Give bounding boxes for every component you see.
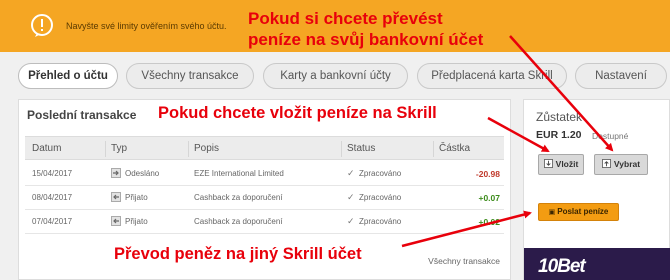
annotation-deposit: Pokud chcete vložit peníze na Skrill [158,104,437,122]
column-date: Datum [32,143,62,154]
row-status: Zpracováno [359,193,402,202]
tab-settings[interactable]: Nastavení [575,63,667,89]
tab-prepaid-card[interactable]: Předplacená karta Skrill [417,63,567,89]
row-description: Cashback za doporučení [194,193,283,202]
annotation-withdraw-line1: Pokud si chcete převést [248,9,443,28]
column-amount: Částka [439,143,471,154]
withdraw-icon [601,159,611,168]
row-date: 08/04/2017 [32,193,73,202]
check-icon: ✓ [347,216,355,226]
tab-overview[interactable]: Přehled o účtu [18,63,118,89]
withdraw-button[interactable]: Vybrat [594,154,648,175]
all-transactions-link[interactable]: Všechny transakce [428,256,500,266]
tab-all-transactions[interactable]: Všechny transakce [126,63,254,89]
received-icon [111,192,121,202]
row-type: Přijato [125,193,148,202]
received-icon [111,216,121,226]
row-type: Odesláno [125,169,160,178]
sent-icon [111,168,121,178]
row-amount: -20.98 [475,169,500,179]
balance-panel: Zůstatek EUR 1.20 Dostupné Vložit Vybrat… [523,99,670,280]
send-money-button[interactable]: ▣ Poslat peníze [538,203,619,221]
row-date: 15/04/2017 [32,169,73,178]
row-amount: +0.02 [478,217,500,227]
send-money-label: Poslat peníze [557,207,609,216]
annotation-send: Převod peněz na jiný Skrill účet [114,245,362,263]
row-date: 07/04/2017 [32,217,73,226]
row-type: Přijato [125,217,148,226]
banner-text: Navyšte své limity ověřením svého účtu. [66,21,227,31]
table-row[interactable]: 07/04/2017 Přijato Cashback za doporučen… [25,210,504,234]
balance-title: Zůstatek [536,110,583,124]
annotation-withdraw-line2: peníze na svůj bankovní účet [248,30,484,49]
send-icon: ▣ [548,209,556,216]
withdraw-label: Vybrat [613,159,641,169]
table-row[interactable]: 08/04/2017 Přijato Cashback za doporučen… [25,186,504,210]
balance-available-label: Dostupné [592,131,629,141]
row-description: EZE International Limited [194,169,284,178]
check-icon: ✓ [347,168,355,178]
ad-logo-text: 10Bet [538,256,586,277]
account-tabs: Přehled o účtu Všechny transakce Karty a… [0,63,670,89]
column-description: Popis [194,143,220,154]
table-header: Datum Typ Popis Status Částka [25,136,504,160]
column-type: Typ [111,143,128,154]
column-status: Status [347,143,376,154]
row-status: Zpracováno [359,217,402,226]
deposit-icon [543,159,553,168]
row-status: Zpracováno [359,169,402,178]
tab-cards-bank-accounts[interactable]: Karty a bankovní účty [263,63,408,89]
table-row[interactable]: 15/04/2017 Odesláno EZE International Li… [25,162,504,186]
speech-bubble-icon [31,14,53,37]
row-description: Cashback za doporučení [194,217,283,226]
balance-amount: EUR 1.20 [536,129,582,141]
row-amount: +0.07 [478,193,500,203]
panel-title: Poslední transakce [27,108,137,122]
deposit-button[interactable]: Vložit [538,154,584,175]
advertisement-banner[interactable]: 10Bet [524,248,670,280]
check-icon: ✓ [347,192,355,202]
deposit-label: Vložit [555,159,579,169]
